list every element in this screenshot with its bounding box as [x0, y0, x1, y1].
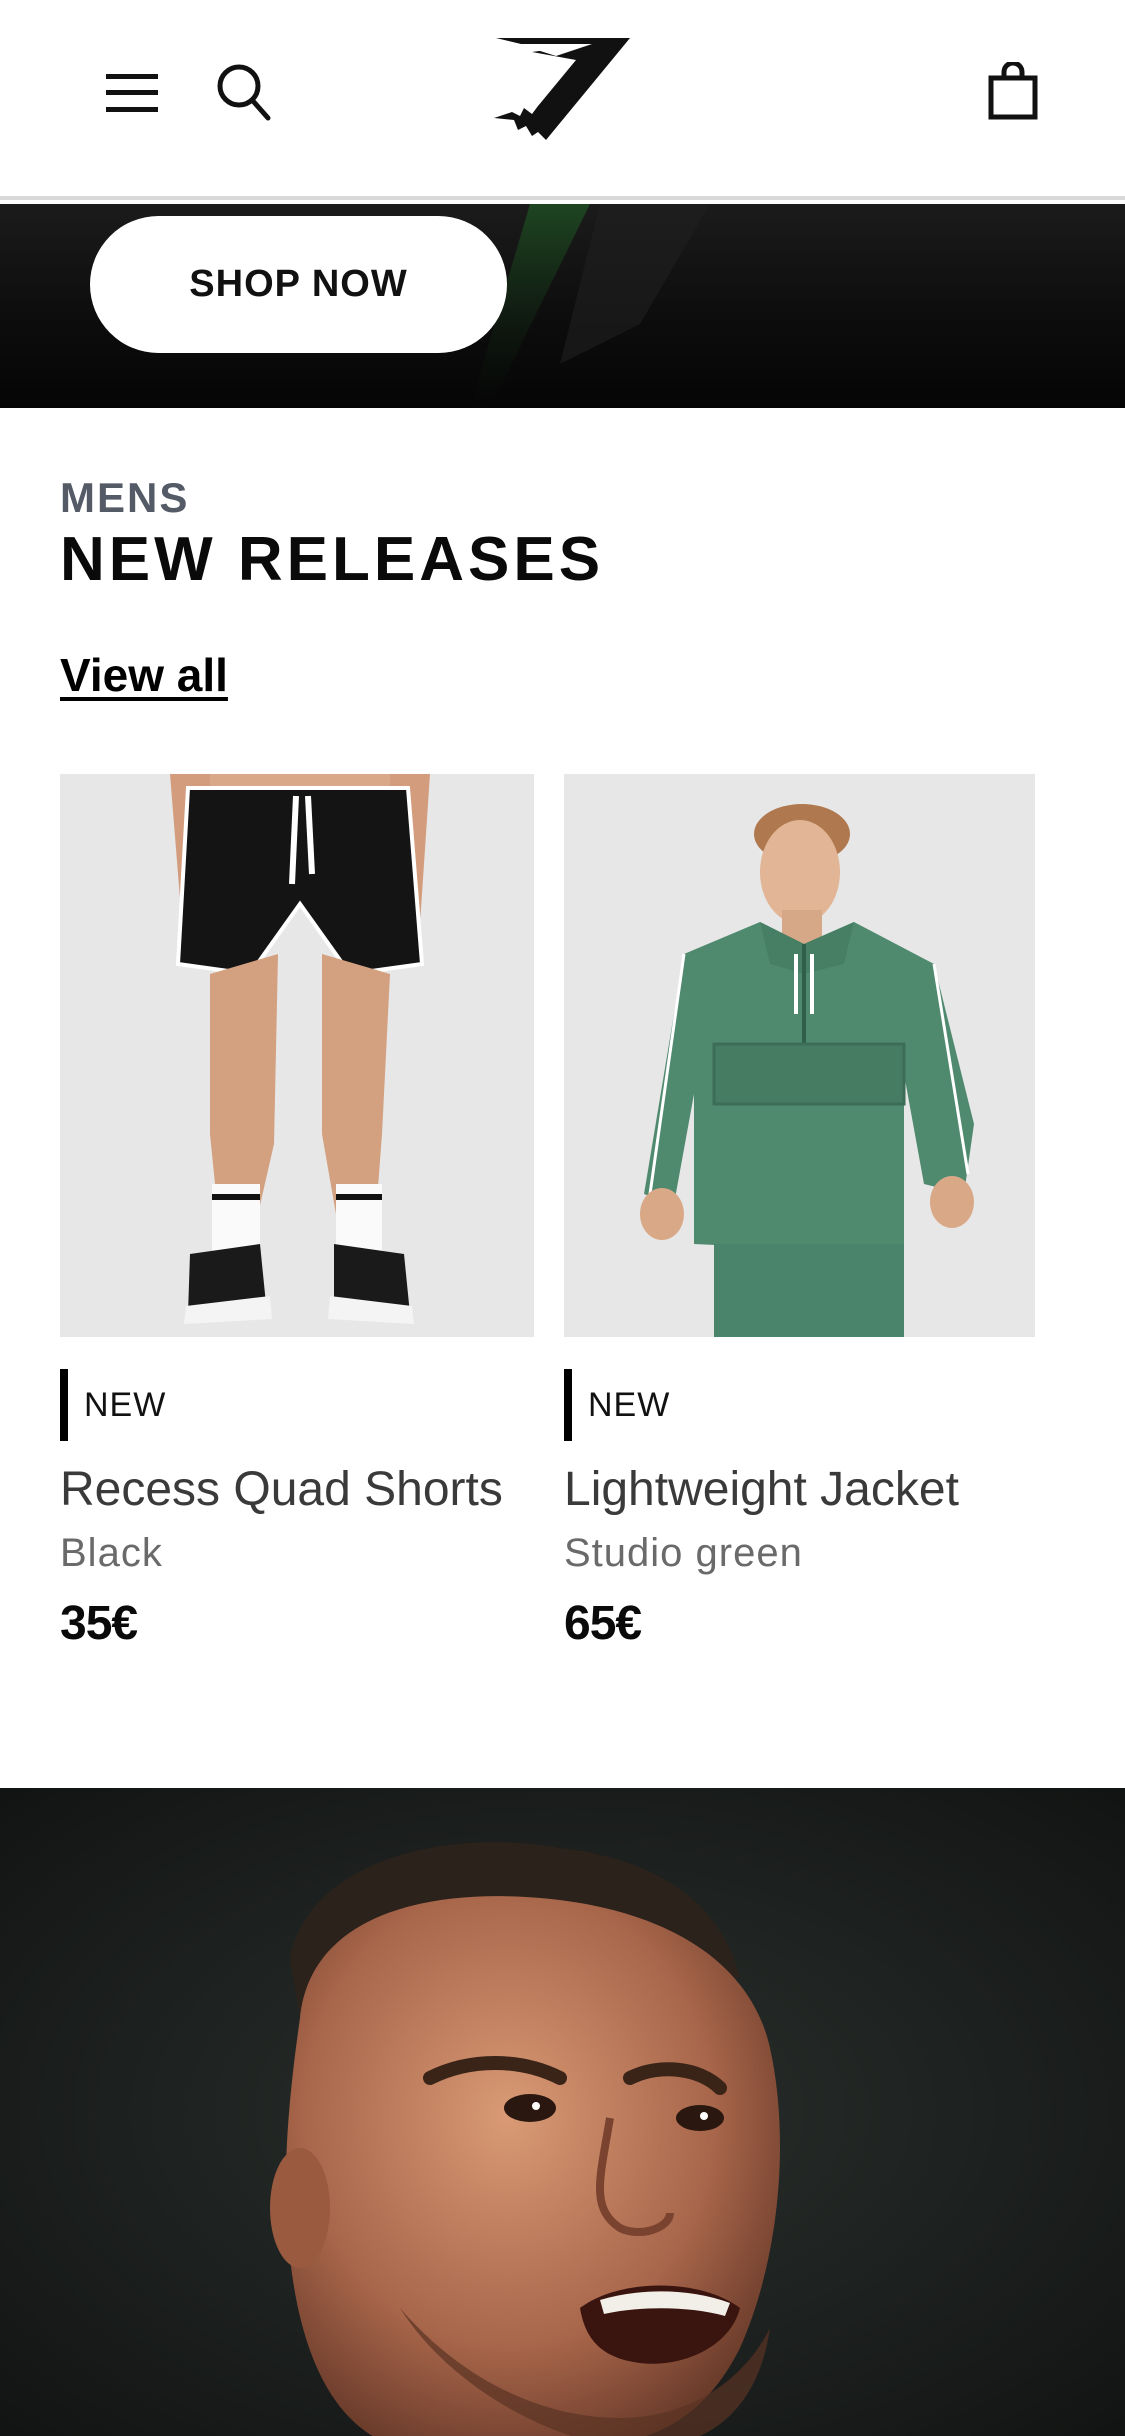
new-badge: NEW	[60, 1369, 534, 1441]
product-card[interactable]: NEW Recess Quad Shorts Black 35€	[60, 774, 534, 1651]
product-color: Studio green	[564, 1531, 803, 1575]
gymshark-logo[interactable]	[492, 36, 632, 144]
hero-banner: SHOP NOW	[0, 204, 1125, 408]
search-icon[interactable]	[215, 62, 271, 122]
athlete-portrait-image	[0, 1788, 1125, 2436]
product-name[interactable]: Lightweight Jacket	[564, 1459, 1035, 1521]
product-color: Black	[60, 1531, 163, 1575]
section-kicker: MENS	[60, 474, 190, 521]
hero-background-graphic	[470, 204, 710, 408]
product-card[interactable]: NEW Lightweight Jacket Studio green 65€	[564, 774, 1035, 1651]
new-badge: NEW	[564, 1369, 1035, 1441]
product-image-jacket[interactable]	[564, 774, 1035, 1337]
campaign-image[interactable]	[0, 1788, 1125, 2436]
shopping-bag-icon[interactable]	[988, 62, 1038, 120]
product-image-shorts[interactable]	[60, 774, 534, 1337]
view-all-link[interactable]: View all	[60, 648, 228, 702]
section-title: NEW RELEASES	[60, 525, 605, 594]
site-header	[0, 0, 1125, 200]
hamburger-menu-icon[interactable]	[104, 70, 160, 116]
product-name[interactable]: Recess Quad Shorts	[60, 1459, 534, 1521]
product-price: 65€	[564, 1597, 642, 1650]
product-price: 35€	[60, 1597, 138, 1650]
shop-now-button[interactable]: SHOP NOW	[90, 216, 507, 353]
